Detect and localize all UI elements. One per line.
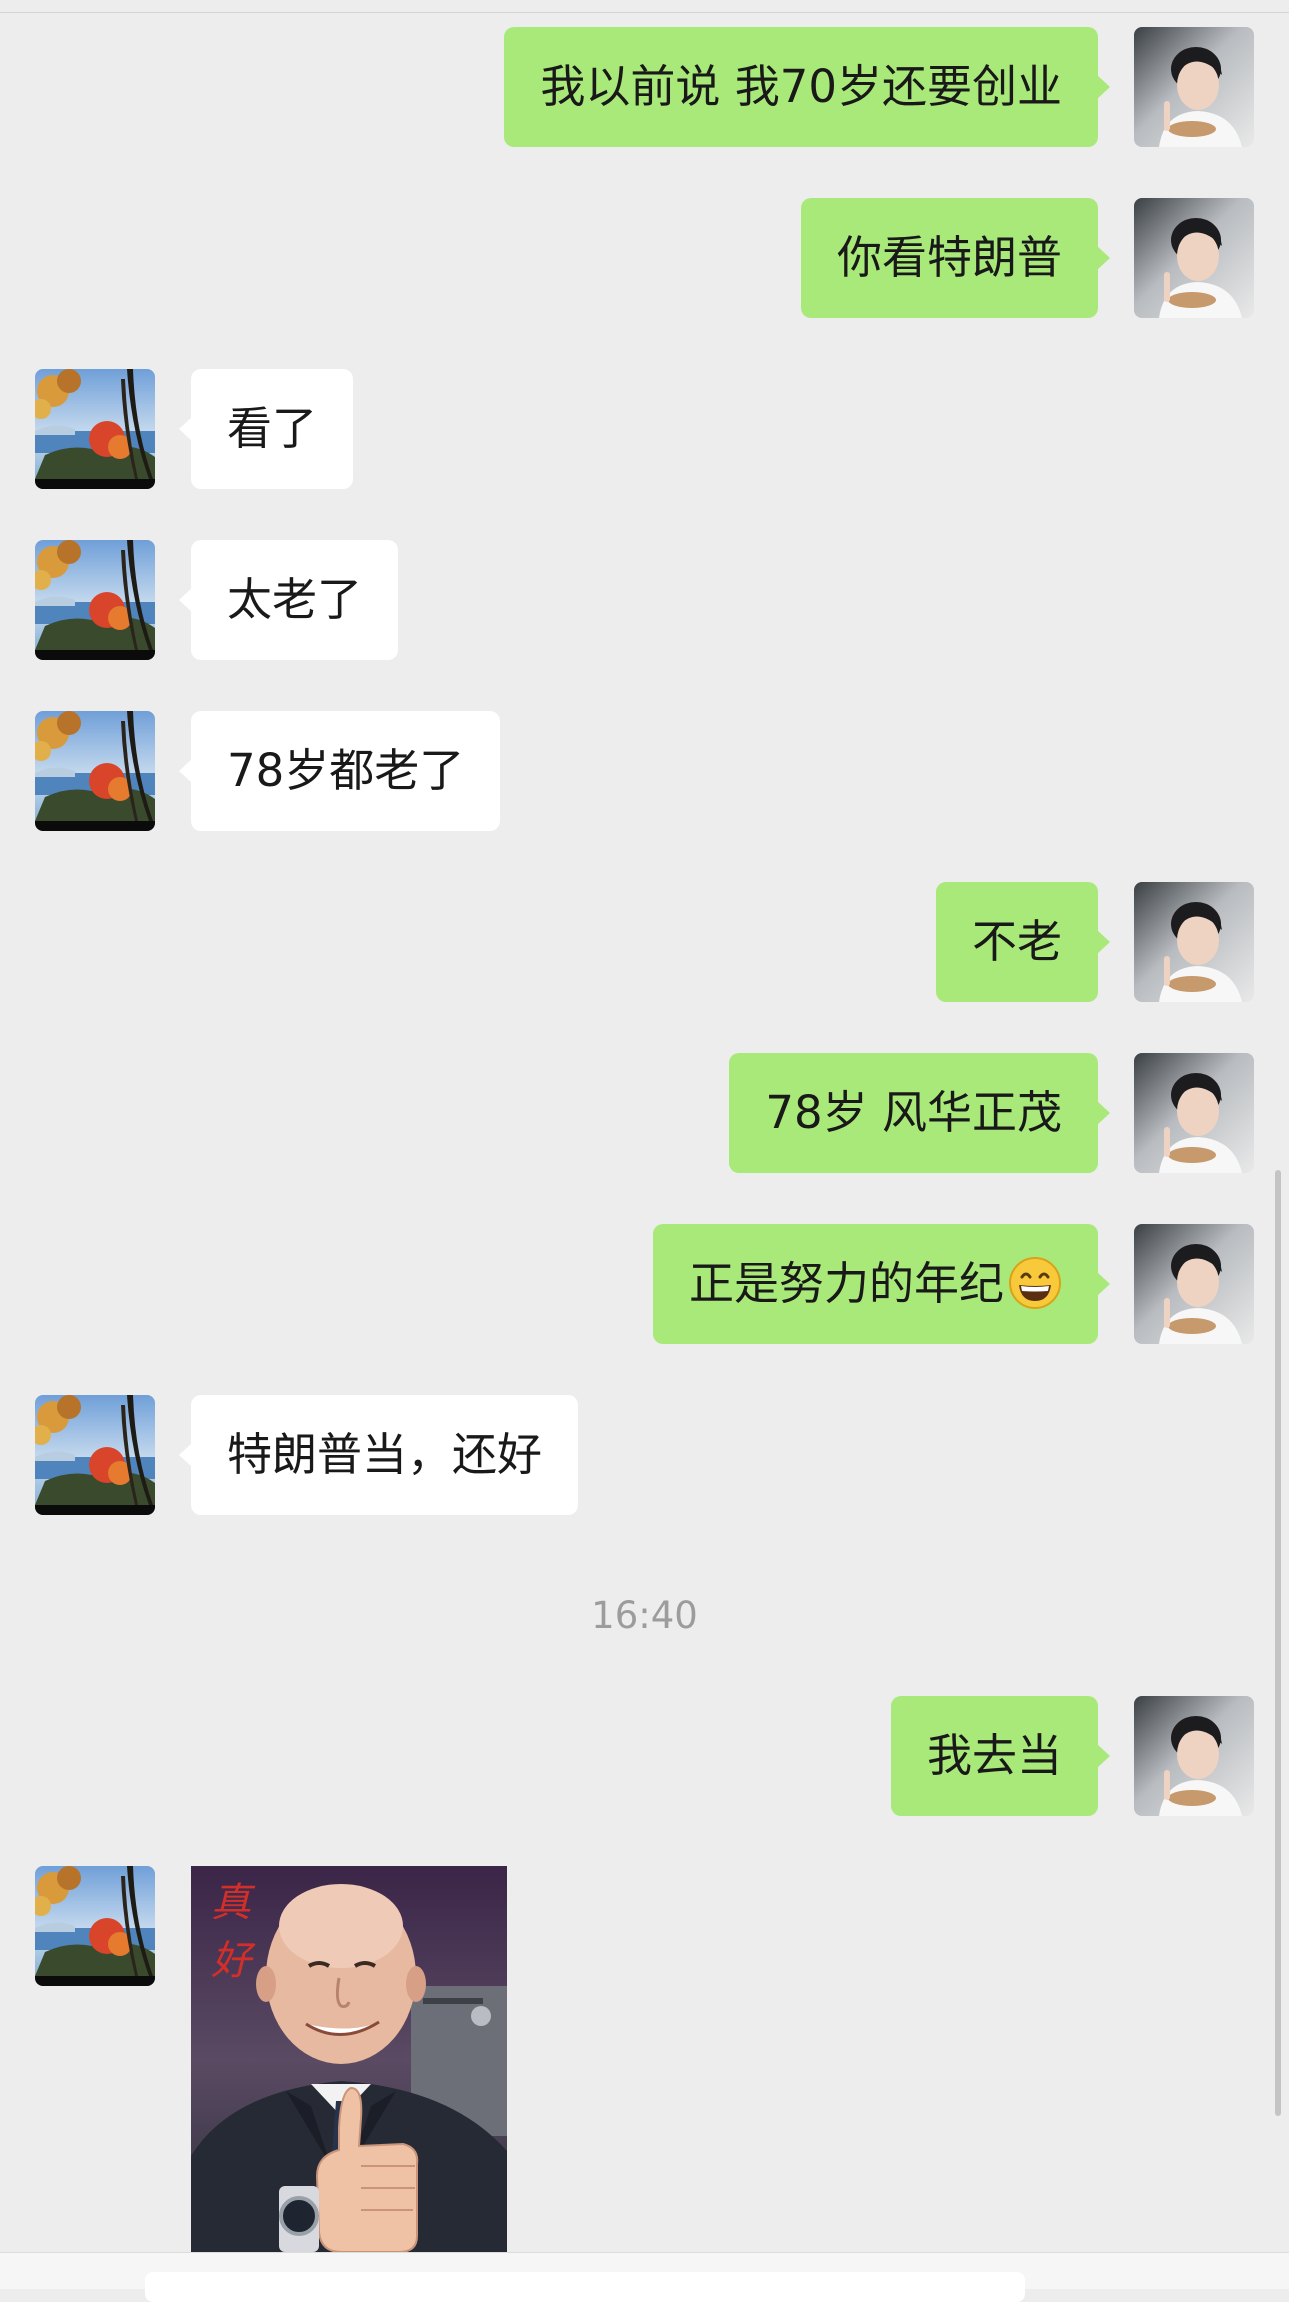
contact-avatar[interactable]	[35, 540, 155, 660]
thumbs-up-sticker[interactable]: 真 好	[191, 1866, 507, 2254]
sticker-caption-2: 好	[211, 1938, 256, 1984]
message-row: 你看特朗普	[0, 198, 1289, 318]
self-avatar[interactable]	[1134, 1696, 1254, 1816]
message-text: 正是努力的年纪	[688, 1257, 1004, 1310]
message-row: 78岁 风华正茂	[0, 1053, 1289, 1173]
self-avatar[interactable]	[1134, 27, 1254, 147]
message-row: 我去当	[0, 1696, 1289, 1816]
grinning-face-emoji-icon	[1009, 1257, 1061, 1309]
self-avatar[interactable]	[1134, 1053, 1254, 1173]
message-input[interactable]	[145, 2272, 1025, 2302]
incoming-message-bubble[interactable]: 特朗普当，还好	[178, 1395, 579, 1515]
contact-avatar[interactable]	[35, 1866, 155, 1986]
outgoing-message-bubble[interactable]: 正是努力的年纪	[652, 1224, 1111, 1344]
incoming-message-bubble[interactable]: 78岁都老了	[178, 711, 501, 831]
message-row: 正是努力的年纪	[0, 1224, 1289, 1344]
message-row: 太老了	[0, 540, 1289, 660]
self-avatar[interactable]	[1134, 882, 1254, 1002]
outgoing-message-bubble[interactable]: 我以前说 我70岁还要创业	[504, 27, 1110, 147]
message-row: 不老	[0, 882, 1289, 1002]
contact-avatar[interactable]	[35, 369, 155, 489]
message-row: 看了	[0, 369, 1289, 489]
message-row: 78岁都老了	[0, 711, 1289, 831]
contact-avatar[interactable]	[35, 1395, 155, 1515]
chat-timestamp: 16:40	[591, 1594, 698, 1637]
sticker-caption-1: 真	[211, 1880, 256, 1926]
message-row: 我以前说 我70岁还要创业	[0, 27, 1289, 147]
chat-scrollbar[interactable]	[1275, 1170, 1281, 2116]
outgoing-message-bubble[interactable]: 78岁 风华正茂	[729, 1053, 1110, 1173]
incoming-message-bubble[interactable]: 看了	[178, 369, 354, 489]
outgoing-message-bubble[interactable]: 不老	[935, 882, 1111, 1002]
contact-avatar[interactable]	[35, 711, 155, 831]
top-divider	[0, 0, 1289, 13]
self-avatar[interactable]	[1134, 198, 1254, 318]
message-row: 特朗普当，还好	[0, 1395, 1289, 1515]
self-avatar[interactable]	[1134, 1224, 1254, 1344]
incoming-message-bubble[interactable]: 太老了	[178, 540, 399, 660]
outgoing-message-bubble[interactable]: 你看特朗普	[800, 198, 1111, 318]
outgoing-message-bubble[interactable]: 我去当	[890, 1696, 1111, 1816]
